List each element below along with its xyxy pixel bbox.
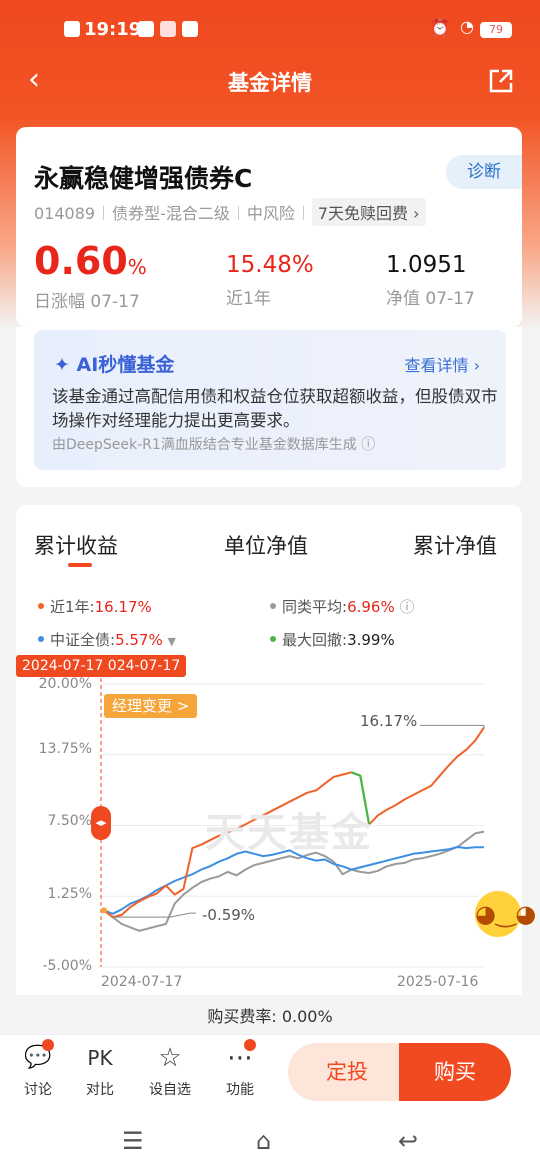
chat-icon: 💬	[24, 1045, 52, 1070]
compare-button[interactable]: PK 对比	[72, 1043, 128, 1099]
pk-icon: PK	[87, 1046, 113, 1070]
dropdown-icon: ▼	[167, 635, 176, 648]
buy-button[interactable]: 购买	[399, 1043, 511, 1101]
app-icon	[138, 21, 154, 37]
end-value-leader	[420, 724, 485, 728]
menu-nav-icon[interactable]: ☰	[122, 1127, 144, 1155]
redeem-fee-tag[interactable]: 7天免赎回费 ›	[311, 198, 426, 226]
home-nav-icon[interactable]: ⌂	[256, 1127, 271, 1155]
fund-summary-card: 永赢稳健增强债券C 诊断 014089 债券型-混合二级 中风险 7天免赎回费 › 0…	[16, 127, 522, 327]
notification-dot	[42, 1039, 54, 1051]
back-nav-icon[interactable]: ↩	[398, 1127, 418, 1155]
tab-cumulative-nav[interactable]: 累计净值	[413, 530, 497, 560]
year-return-value: 15.48%	[226, 252, 314, 278]
page-title: 基金详情	[228, 71, 312, 95]
notification-icon	[64, 21, 80, 37]
ai-details-link[interactable]: 查看详情 ›	[405, 352, 481, 376]
battery-indicator: 79	[480, 22, 512, 38]
x-start-label: 2024-07-17	[101, 974, 183, 990]
y-tick-label: 13.75%	[38, 741, 92, 757]
tab-cumulative-return[interactable]: 累计收益	[34, 530, 118, 560]
nav-value: 1.0951	[386, 252, 467, 278]
active-tab-indicator	[68, 563, 92, 567]
y-tick-label: 20.00%	[38, 676, 92, 692]
status-time: 19:19	[84, 19, 142, 40]
daily-change-value: 0.60	[34, 239, 128, 283]
app-icon	[182, 21, 198, 37]
function-button[interactable]: ⋯ 功能	[212, 1043, 268, 1099]
y-tick-label: 1.25%	[47, 886, 92, 902]
status-bar: 19:19 ⏰ ◔ 79	[0, 0, 540, 58]
sparkle-icon: ✦	[54, 354, 70, 376]
year-return-label: 近1年	[226, 289, 271, 309]
legend-fund: 近1年:16.17%	[38, 596, 152, 617]
daily-change-stat: 0.60% 日涨幅 07-17	[34, 239, 147, 312]
share-icon[interactable]	[488, 68, 514, 94]
min-value-label: -0.59%	[202, 906, 256, 924]
auto-invest-button[interactable]: 定投	[288, 1043, 406, 1101]
ai-title: ✦ AI秒懂基金	[54, 354, 175, 376]
diagnose-button[interactable]: 诊断	[446, 155, 522, 189]
daily-change-label: 日涨幅 07-17	[34, 292, 140, 312]
nav-stat: 1.0951 净值 07-17	[386, 252, 475, 309]
ai-source-note: 由DeepSeek-R1满血版结合专业基金数据库生成 ⓘ	[52, 437, 376, 453]
wifi-icon: ◔	[460, 17, 474, 36]
discuss-button[interactable]: 💬 讨论	[10, 1043, 66, 1099]
app-icon	[160, 21, 176, 37]
mascot-float-button[interactable]: ◕‿◕	[472, 888, 536, 940]
start-point-marker	[101, 907, 107, 914]
legend-max-drawdown: 最大回撤:3.99%	[270, 629, 395, 650]
fund-code: 014089	[34, 204, 96, 223]
y-tick-label: 7.50%	[47, 813, 92, 829]
min-value-leader	[112, 912, 196, 918]
year-return-stat: 15.48% 近1年	[226, 252, 314, 309]
y-tick-label: -5.00%	[42, 958, 92, 974]
nav-label: 净值 07-17	[386, 289, 475, 309]
legend-peer-average: 同类平均:6.96% ⓘ	[270, 596, 415, 617]
purchase-fee: 购买费率: 0.00%	[207, 1007, 333, 1026]
tab-unit-nav[interactable]: 单位净值	[224, 530, 308, 560]
legend-index[interactable]: 中证全债:5.57% ▼	[38, 629, 176, 650]
star-icon: ☆	[158, 1043, 182, 1073]
drag-handle[interactable]: ◂▸	[91, 806, 111, 840]
fund-meta: 014089 债券型-混合二级 中风险 7天免赎回费 ›	[34, 198, 426, 226]
crosshair-date-badge: 2024-07-17 024-07-17	[16, 655, 187, 677]
more-icon: ⋯	[227, 1043, 253, 1073]
notification-dot	[244, 1039, 256, 1051]
fund-risk: 中风险	[246, 204, 295, 223]
manager-change-tag[interactable]: 经理变更 >	[104, 694, 198, 718]
ai-summary[interactable]: ✦ AI秒懂基金 查看详情 › 该基金通过高配信用债和权益仓位获取超额收益，但股…	[34, 330, 506, 470]
bottom-action-bar: 💬 讨论 PK 对比 ☆ 设自选 ⋯ 功能 定投 购买 ☰ ⌂ ↩	[0, 1034, 540, 1170]
title-bar: ‹ 基金详情	[0, 58, 540, 104]
add-watchlist-button[interactable]: ☆ 设自选	[142, 1043, 198, 1099]
x-end-label: 2025-07-16	[397, 974, 479, 990]
fund-name: 永赢稳健增强债券C	[34, 164, 253, 193]
info-icon: ⓘ	[399, 598, 415, 616]
watermark: 天天基金	[205, 809, 373, 856]
daily-change-unit: %	[127, 255, 147, 279]
alarm-icon: ⏰	[430, 18, 450, 37]
end-value-label: 16.17%	[360, 712, 418, 730]
ai-summary-text: 该基金通过高配信用债和权益仓位获取超额收益，但股债双市场操作对经理能力提出更高要…	[52, 387, 498, 430]
fund-category: 债券型-混合二级	[112, 204, 230, 223]
